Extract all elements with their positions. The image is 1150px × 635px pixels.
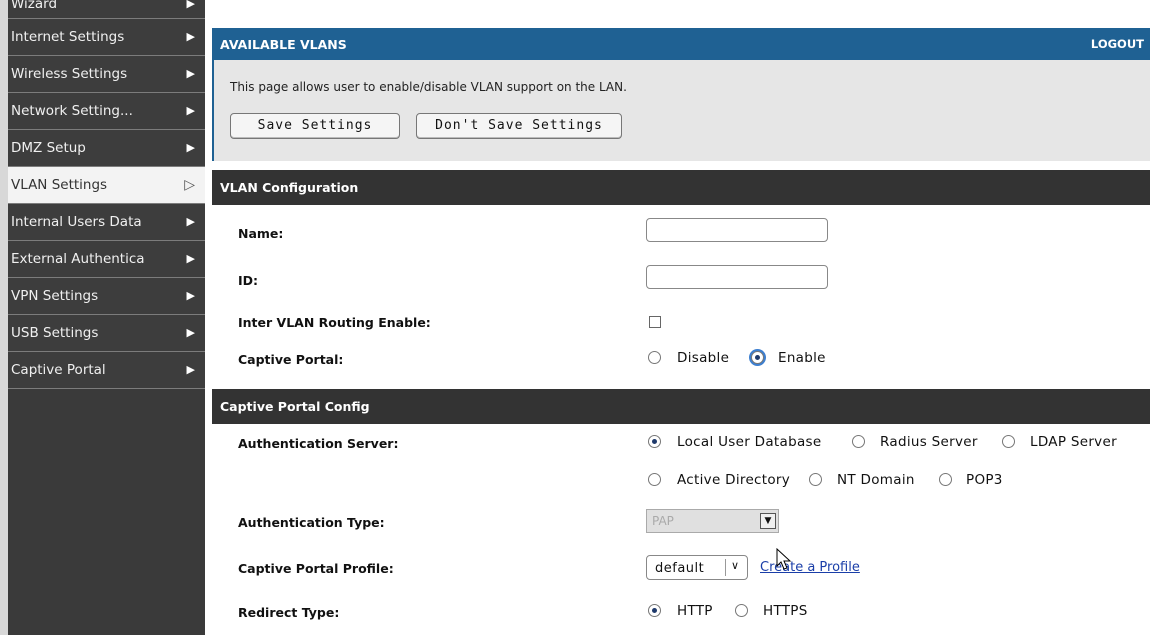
chevron-right-icon: ▶: [186, 289, 195, 302]
sidebar-item-internet-settings[interactable]: Internet Settings ▶: [8, 19, 205, 56]
authentication-server-label: Authentication Server:: [238, 436, 399, 451]
page-title: AVAILABLE VLANS: [220, 37, 347, 52]
inter-vlan-routing-label: Inter VLAN Routing Enable:: [238, 315, 431, 330]
sidebar-divider: [205, 0, 211, 635]
chevron-right-icon: ▶: [186, 141, 195, 154]
sidebar-item-label: Internal Users Data: [11, 214, 142, 230]
chevron-right-icon: ▶: [186, 252, 195, 265]
sidebar-item-wireless-settings[interactable]: Wireless Settings ▶: [8, 56, 205, 93]
dropdown-arrow-icon: ▼: [760, 513, 776, 529]
vlan-configuration-header: VLAN Configuration: [212, 170, 1150, 205]
authentication-type-value: PAP: [652, 514, 674, 528]
sidebar-item-internal-users-data[interactable]: Internal Users Data ▶: [8, 204, 205, 241]
sidebar-item-captive-portal[interactable]: Captive Portal ▶: [8, 352, 205, 389]
sidebar-item-label: Internet Settings: [11, 29, 125, 45]
sidebar-item-label: DMZ Setup: [11, 140, 86, 156]
auth-server-nt-domain-radio[interactable]: [809, 473, 822, 486]
section-title: VLAN Configuration: [220, 180, 359, 195]
sidebar-item-vpn-settings[interactable]: VPN Settings ▶: [8, 278, 205, 315]
sidebar-nav: Wizard ▶ Internet Settings ▶ Wireless Se…: [8, 0, 205, 635]
authentication-type-select[interactable]: PAP ▼: [646, 509, 779, 533]
sidebar-item-wizard[interactable]: Wizard ▶: [8, 0, 205, 19]
sidebar-item-label: Network Setting...: [11, 103, 133, 119]
sidebar-item-label: Wizard: [11, 0, 58, 8]
id-label: ID:: [238, 273, 259, 288]
main-content: AVAILABLE VLANS LOGOUT This page allows …: [212, 0, 1150, 635]
chevron-right-icon: ▶: [186, 363, 195, 376]
chevron-right-outline-icon: ▷: [184, 177, 195, 193]
auth-server-nt-domain-label: NT Domain: [837, 472, 915, 488]
captive-portal-profile-select[interactable]: default ∨: [646, 555, 748, 580]
sidebar-item-vlan-settings[interactable]: VLAN Settings ▷: [8, 167, 205, 204]
captive-portal-disable-label: Disable: [677, 350, 730, 366]
sidebar-item-external-authentication[interactable]: External Authentica ▶: [8, 241, 205, 278]
auth-server-pop3-label: POP3: [966, 472, 1003, 488]
chevron-right-icon: ▶: [186, 30, 195, 43]
inter-vlan-routing-checkbox[interactable]: [649, 316, 661, 328]
mouse-cursor-icon: [776, 548, 792, 570]
captive-portal-label: Captive Portal:: [238, 352, 344, 367]
sidebar-item-label: Captive Portal: [11, 362, 106, 378]
sidebar-item-label: VLAN Settings: [11, 177, 108, 193]
page-description: This page allows user to enable/disable …: [230, 80, 627, 94]
sidebar-item-network-setting[interactable]: Network Setting... ▶: [8, 93, 205, 130]
redirect-type-label: Redirect Type:: [238, 605, 340, 620]
captive-portal-enable-label: Enable: [778, 350, 826, 366]
section-title: Captive Portal Config: [220, 399, 370, 414]
auth-server-radius-radio[interactable]: [852, 435, 865, 448]
sidebar-item-label: USB Settings: [11, 325, 99, 341]
captive-portal-profile-label: Captive Portal Profile:: [238, 561, 394, 576]
sidebar-item-dmz-setup[interactable]: DMZ Setup ▶: [8, 130, 205, 167]
name-label: Name:: [238, 226, 284, 241]
auth-server-pop3-radio[interactable]: [939, 473, 952, 486]
dont-save-settings-button[interactable]: Don't Save Settings: [416, 113, 622, 139]
save-settings-button[interactable]: Save Settings: [230, 113, 400, 139]
captive-portal-disable-radio[interactable]: [648, 351, 661, 364]
name-input[interactable]: [646, 218, 828, 242]
chevron-right-icon: ▶: [186, 0, 195, 10]
id-input[interactable]: [646, 265, 828, 289]
sidebar-item-usb-settings[interactable]: USB Settings ▶: [8, 315, 205, 352]
sidebar-item-label: Wireless Settings: [11, 66, 128, 82]
sidebar-item-label: External Authentica: [11, 251, 145, 267]
info-panel: This page allows user to enable/disable …: [212, 60, 1150, 161]
auth-server-radius-label: Radius Server: [880, 434, 978, 450]
redirect-http-radio[interactable]: [648, 604, 661, 617]
auth-server-local-label: Local User Database: [677, 434, 822, 450]
captive-portal-config-header: Captive Portal Config: [212, 389, 1150, 424]
redirect-https-label: HTTPS: [763, 603, 808, 619]
profile-value: default: [655, 561, 705, 576]
chevron-down-icon: ∨: [731, 559, 740, 572]
redirect-https-radio[interactable]: [735, 604, 748, 617]
chevron-right-icon: ▶: [186, 215, 195, 228]
chevron-right-icon: ▶: [186, 67, 195, 80]
auth-server-ldap-radio[interactable]: [1002, 435, 1015, 448]
auth-server-ldap-label: LDAP Server: [1030, 434, 1117, 450]
page-header-bar: AVAILABLE VLANS LOGOUT: [212, 28, 1150, 60]
auth-server-active-directory-radio[interactable]: [648, 473, 661, 486]
authentication-type-label: Authentication Type:: [238, 515, 385, 530]
redirect-http-label: HTTP: [677, 603, 713, 619]
captive-portal-enable-radio[interactable]: [751, 351, 764, 364]
sidebar-item-label: VPN Settings: [11, 288, 99, 304]
chevron-right-icon: ▶: [186, 104, 195, 117]
auth-server-active-directory-label: Active Directory: [677, 472, 791, 488]
chevron-right-icon: ▶: [186, 326, 195, 339]
auth-server-local-radio[interactable]: [648, 435, 661, 448]
create-profile-link[interactable]: Create a Profile: [760, 560, 860, 575]
logout-link[interactable]: LOGOUT: [1091, 37, 1144, 51]
select-divider: [725, 559, 726, 576]
